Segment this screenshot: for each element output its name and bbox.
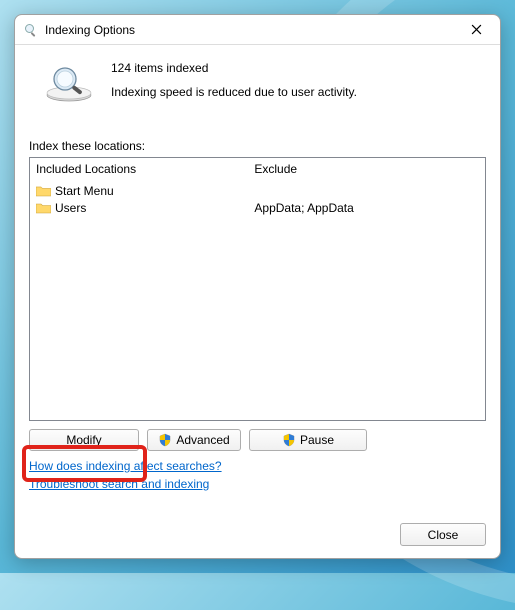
dialog-title: Indexing Options [45,23,456,37]
exclude-header: Exclude [254,162,479,176]
indexing-options-dialog: Indexing Options 124 items indexed Index… [14,14,501,559]
indexing-speed-text: Indexing speed is reduced due to user ac… [111,85,357,99]
shield-icon [158,433,172,447]
search-app-icon [23,22,39,38]
status-area: 124 items indexed Indexing speed is redu… [29,59,486,109]
how-indexing-link[interactable]: How does indexing affect searches? [29,459,486,473]
close-button[interactable] [456,17,496,43]
location-name: Users [55,201,86,215]
locations-label: Index these locations: [29,139,486,153]
titlebar: Indexing Options [15,15,500,45]
list-item[interactable]: Start Menu [36,182,242,199]
dialog-content: 124 items indexed Indexing speed is redu… [15,45,500,558]
list-item[interactable]: Users [36,199,242,216]
modify-button[interactable]: Modify [29,429,139,451]
location-name: Start Menu [55,184,114,198]
troubleshoot-link[interactable]: Troubleshoot search and indexing [29,477,486,491]
close-dialog-button[interactable]: Close [400,523,486,546]
shield-icon [282,433,296,447]
indexed-count-text: 124 items indexed [111,61,357,75]
advanced-button[interactable]: Advanced [147,429,241,451]
folder-icon [36,185,51,197]
magnifier-icon [43,63,95,103]
locations-listbox[interactable]: Included Locations Start Menu Users Excl… [29,157,486,421]
folder-icon [36,202,51,214]
exclude-value: AppData; AppData [254,199,479,216]
exclude-value [254,182,479,199]
pause-button[interactable]: Pause [249,429,367,451]
included-locations-header: Included Locations [36,162,242,176]
